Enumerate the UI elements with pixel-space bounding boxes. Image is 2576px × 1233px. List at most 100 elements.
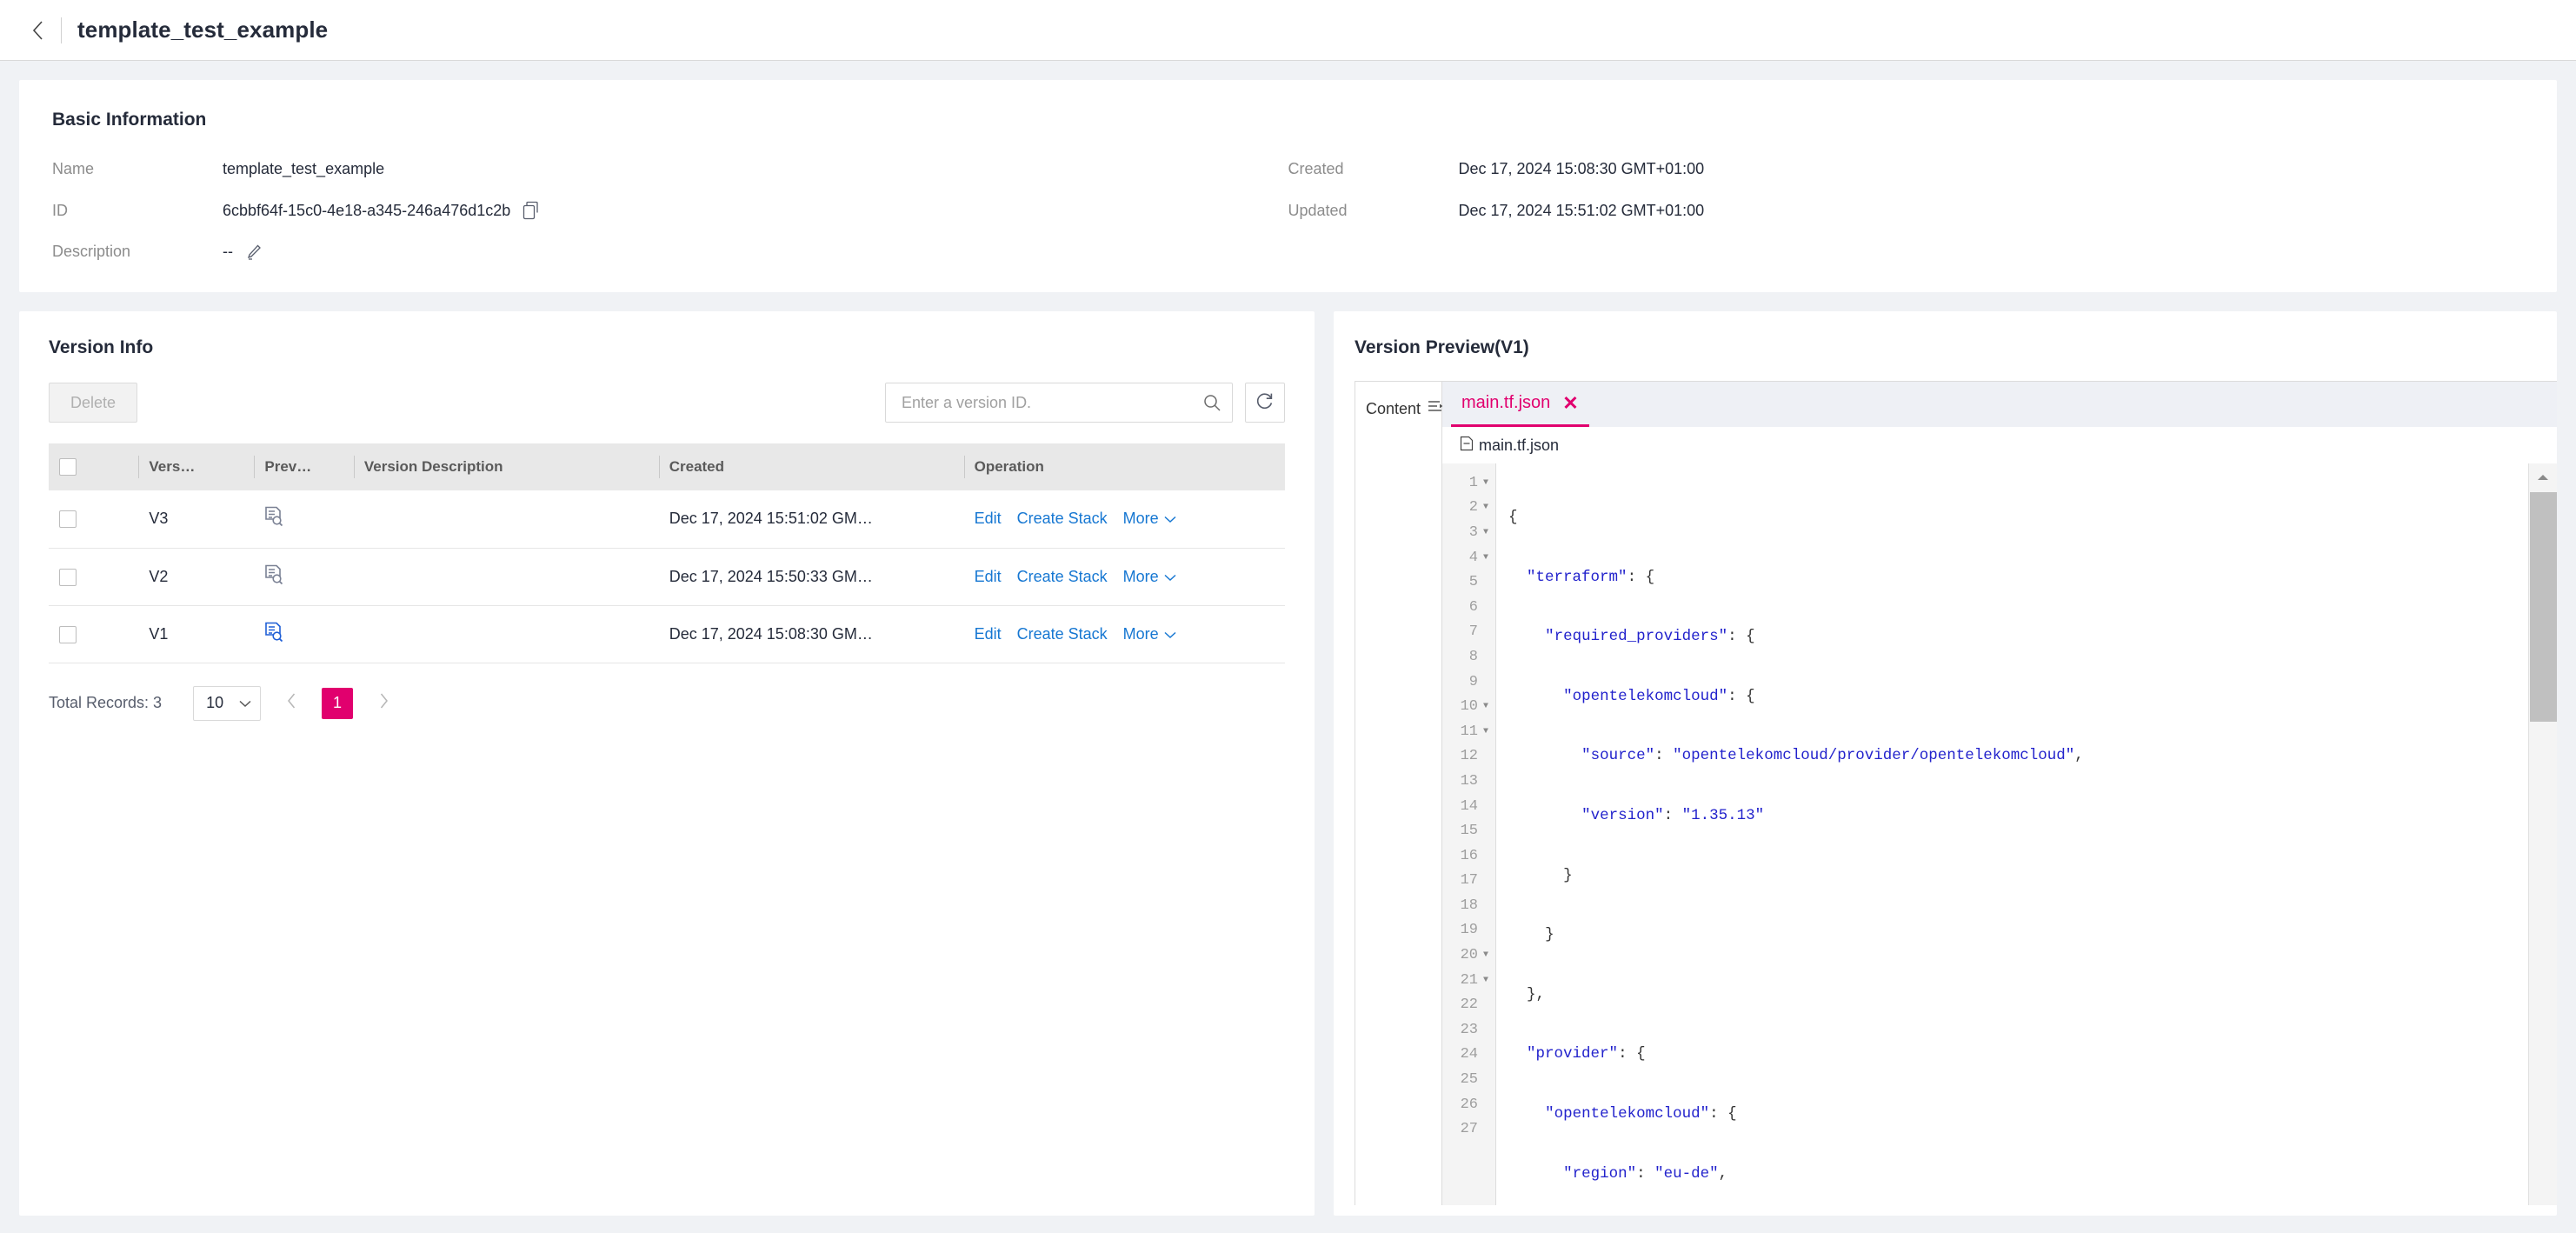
gutter-line: 20 ▼	[1442, 943, 1495, 968]
header-preview[interactable]: Prev…	[254, 443, 354, 490]
chevron-down-icon	[1164, 510, 1176, 528]
preview-document-icon[interactable]	[264, 506, 283, 531]
create-stack-link[interactable]: Create Stack	[1017, 625, 1108, 643]
back-button[interactable]	[21, 13, 56, 48]
edit-link[interactable]: Edit	[975, 510, 1002, 528]
line-number: 6	[1468, 598, 1478, 616]
gutter-line: 9▼	[1442, 670, 1495, 695]
row-preview-cell[interactable]	[254, 605, 354, 663]
fold-caret-icon[interactable]: ▼	[1481, 702, 1490, 711]
version-table: Vers… Prev… Version Description Created …	[49, 443, 1285, 663]
row-checkbox-cell[interactable]	[49, 548, 139, 606]
name-value-wrap: template_test_example	[223, 160, 1288, 178]
next-page-button[interactable]	[370, 689, 396, 718]
line-number-gutter: 1▼ 2▼ 3▼ 4▼ 5▼ 6▼ 7▼ 8▼ 9▼ 10▼ 11▼ 12▼	[1442, 463, 1496, 1205]
fold-caret-icon[interactable]: ▼	[1481, 478, 1490, 488]
search-icon[interactable]	[1202, 393, 1221, 412]
name-value: template_test_example	[223, 160, 385, 177]
row-checkbox-cell[interactable]	[49, 605, 139, 663]
chevron-down-icon	[239, 694, 251, 712]
gutter-line: 17▼	[1442, 869, 1495, 894]
header-select-all[interactable]	[49, 443, 139, 490]
row-checkbox[interactable]	[59, 510, 77, 529]
id-label: ID	[52, 201, 68, 219]
basic-information-title: Basic Information	[52, 110, 207, 130]
refresh-button[interactable]	[1245, 383, 1285, 423]
header-version-description[interactable]: Version Description	[353, 443, 659, 490]
code-line: }	[1563, 866, 1573, 884]
preview-document-icon[interactable]	[264, 564, 283, 590]
file-path-label: main.tf.json	[1479, 436, 1560, 454]
line-number: 12	[1460, 748, 1478, 765]
header-operation[interactable]: Operation	[963, 443, 1285, 490]
line-number: 9	[1468, 673, 1478, 690]
line-number: 20	[1460, 947, 1478, 964]
gutter-line: 18▼	[1442, 893, 1495, 918]
tab-main-tf-json[interactable]: main.tf.json ✕	[1451, 382, 1589, 427]
table-row[interactable]: V2 Dec 17, 2024 15:50:33 GM… Edit Create…	[49, 548, 1285, 606]
header-version[interactable]: Vers…	[138, 443, 255, 490]
fold-caret-icon[interactable]: ▼	[1481, 503, 1490, 512]
search-input[interactable]	[900, 392, 1202, 413]
fold-caret-icon[interactable]: ▼	[1481, 727, 1490, 736]
row-created: Dec 17, 2024 15:50:33 GM…	[658, 548, 964, 606]
version-info-toolbar: Delete	[49, 383, 1285, 423]
create-stack-link[interactable]: Create Stack	[1017, 510, 1108, 528]
code-line: },	[1527, 985, 1546, 1003]
line-number: 24	[1460, 1046, 1478, 1063]
file-collapse-icon[interactable]	[1460, 436, 1474, 456]
created-value-wrap: Dec 17, 2024 15:08:30 GMT+01:00	[1459, 160, 2525, 178]
code-editor[interactable]: 1▼ 2▼ 3▼ 4▼ 5▼ 6▼ 7▼ 8▼ 9▼ 10▼ 11▼ 12▼	[1442, 463, 2557, 1205]
more-dropdown[interactable]: More	[1123, 510, 1176, 528]
name-label: Name	[52, 160, 95, 177]
prev-page-button[interactable]	[278, 689, 304, 718]
editor-vertical-scrollbar[interactable]	[2528, 463, 2557, 1205]
delete-button[interactable]: Delete	[49, 383, 138, 423]
fold-caret-icon[interactable]: ▼	[1481, 528, 1490, 537]
fold-caret-icon[interactable]: ▼	[1481, 950, 1490, 960]
pencil-icon[interactable]	[245, 243, 263, 261]
scroll-up-button[interactable]	[2529, 463, 2557, 492]
more-dropdown[interactable]: More	[1123, 625, 1176, 643]
gutter-line: 23▼	[1442, 1017, 1495, 1043]
close-icon[interactable]: ✕	[1562, 393, 1578, 413]
chevron-right-icon	[379, 693, 389, 713]
more-label: More	[1122, 567, 1159, 585]
scroll-thumb[interactable]	[2530, 492, 2557, 722]
page-size-select[interactable]: 10	[193, 685, 262, 721]
row-checkbox[interactable]	[59, 568, 77, 586]
more-dropdown[interactable]: More	[1123, 568, 1176, 586]
row-preview-cell[interactable]	[254, 490, 354, 549]
editor-tabbar: main.tf.json ✕	[1442, 382, 2557, 427]
page-number-1[interactable]: 1	[322, 687, 354, 719]
search-box[interactable]	[885, 383, 1233, 423]
row-preview-cell[interactable]	[254, 548, 354, 606]
line-number: 19	[1460, 922, 1478, 939]
edit-link[interactable]: Edit	[975, 625, 1002, 643]
gutter-line: 8▼	[1442, 644, 1495, 670]
row-checkbox[interactable]	[59, 625, 77, 643]
more-label: More	[1122, 510, 1159, 528]
row-checkbox-cell[interactable]	[49, 490, 139, 549]
line-number: 13	[1460, 772, 1478, 790]
table-row[interactable]: V3 Dec 17, 2024 15:51:02 GM… Edit Create…	[49, 490, 1285, 549]
toolbar-right	[885, 383, 1285, 423]
gutter-line: 25▼	[1442, 1067, 1495, 1092]
create-stack-link[interactable]: Create Stack	[1017, 568, 1108, 586]
fold-caret-icon[interactable]: ▼	[1481, 553, 1490, 563]
line-number: 17	[1460, 872, 1478, 890]
content-panel-toggle[interactable]: Content	[1355, 399, 1443, 419]
copy-icon[interactable]	[523, 201, 540, 220]
header-created[interactable]: Created	[658, 443, 964, 490]
select-all-checkbox[interactable]	[59, 458, 77, 477]
preview-document-icon[interactable]	[264, 622, 283, 647]
edit-link[interactable]: Edit	[975, 568, 1002, 586]
code-line: "region": "eu-de",	[1563, 1164, 1728, 1183]
fold-caret-icon[interactable]: ▼	[1481, 976, 1490, 985]
version-info-card: Version Info Delete Enter a version ID. …	[19, 311, 1315, 1216]
description-value: --	[223, 243, 233, 260]
gutter-line: 13▼	[1442, 769, 1495, 794]
code-line: "terraform": {	[1527, 568, 1655, 586]
table-row[interactable]: V1 Dec 17, 2024 15:08:30 GM… Edit Create…	[49, 605, 1285, 663]
code-content[interactable]: { "terraform": { "required_providers": {…	[1496, 463, 2557, 1205]
